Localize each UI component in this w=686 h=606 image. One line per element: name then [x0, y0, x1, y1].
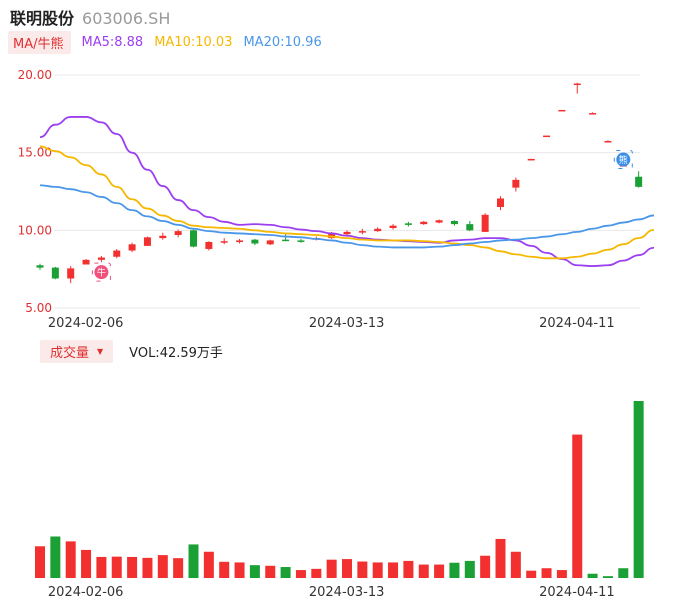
candle-body — [51, 267, 59, 279]
volume-bar — [572, 434, 583, 578]
volume-bar — [633, 401, 644, 578]
volume-bar — [203, 551, 214, 578]
candle-body — [543, 135, 551, 138]
price-grid — [54, 74, 640, 309]
y-tick-label: 5.00 — [25, 301, 52, 315]
candle-body — [297, 240, 305, 242]
volume-bar — [311, 568, 322, 578]
volume-bar — [326, 559, 337, 578]
signal-markers: 牛熊 — [91, 150, 633, 282]
candle-body — [128, 244, 136, 251]
volume-bar — [449, 562, 460, 578]
volume-bar — [526, 570, 537, 578]
volume-bar — [618, 568, 629, 578]
y-tick-label: 10.00 — [18, 223, 52, 237]
volume-bar — [388, 562, 399, 578]
candle-body — [497, 198, 504, 208]
candle-body — [374, 228, 382, 232]
candle-body — [635, 176, 643, 187]
candle-body — [220, 241, 228, 243]
volume-bar — [295, 570, 306, 578]
candle-body — [205, 241, 213, 249]
volume-bars — [35, 401, 644, 578]
candle-body — [174, 231, 182, 235]
x-tick-label: 2024-04-11 — [539, 585, 615, 600]
x-tick-label: 2024-02-06 — [48, 316, 124, 331]
candle-body — [481, 214, 489, 232]
x-tick-label: 2024-03-13 — [309, 316, 385, 331]
volume-bar — [418, 564, 429, 578]
candle-body — [589, 113, 597, 115]
volume-bar — [587, 573, 598, 578]
bull-icon: 牛 — [91, 262, 111, 282]
volume-date-axis: 2024-02-06 2024-03-13 2024-04-11 — [48, 585, 615, 600]
volume-bar — [219, 561, 230, 578]
volume-bar — [142, 557, 153, 578]
candle-body — [266, 240, 274, 245]
candle-body — [512, 179, 520, 188]
candle-body — [36, 265, 44, 268]
candle-body — [113, 250, 121, 257]
y-tick-label: 20.00 — [18, 68, 52, 82]
candle-body — [67, 268, 75, 279]
candle-body — [343, 231, 351, 235]
candle-body — [450, 221, 458, 225]
candle-body — [573, 83, 581, 86]
candle-body — [97, 257, 105, 260]
ma-line-ma10 — [39, 145, 655, 260]
volume-bar — [602, 576, 613, 578]
candle-body — [527, 158, 535, 161]
x-tick-label: 2024-02-06 — [48, 585, 124, 600]
candle-body — [159, 235, 167, 239]
stock-chart[interactable]: 20.0015.0010.005.00 牛熊 2024-02-06 2024-03… — [0, 0, 686, 606]
volume-bar — [234, 562, 245, 578]
volume-bar — [35, 546, 45, 578]
volume-bar — [50, 536, 61, 578]
candle-body — [404, 223, 412, 225]
volume-bar — [541, 568, 552, 578]
marker-glyph: 牛 — [97, 267, 106, 279]
volume-bar — [265, 565, 276, 578]
candle-body — [82, 259, 90, 265]
volume-bar — [111, 556, 122, 578]
candle-body — [236, 240, 244, 242]
candle-body — [251, 239, 259, 244]
candle-body — [358, 231, 366, 233]
volume-bar — [480, 555, 491, 578]
volume-bar — [372, 562, 383, 578]
price-date-axis: 2024-02-06 2024-03-13 2024-04-11 — [48, 316, 615, 331]
volume-bar — [556, 570, 567, 578]
candle-body — [466, 224, 474, 231]
candle-body — [420, 221, 428, 225]
candle-body — [558, 109, 566, 112]
volume-bar — [464, 560, 475, 578]
volume-bar — [510, 551, 521, 578]
volume-bar — [157, 555, 168, 578]
volume-bar — [403, 560, 414, 578]
volume-bar — [495, 538, 506, 578]
volume-bar — [434, 564, 445, 578]
candle-body — [143, 237, 151, 246]
candle-body — [190, 230, 197, 247]
candle-body — [282, 239, 290, 242]
volume-bar — [357, 561, 368, 578]
volume-bar — [249, 565, 260, 578]
candle-body — [604, 141, 612, 143]
x-tick-label: 2024-04-11 — [539, 316, 615, 331]
marker-glyph: 熊 — [619, 154, 628, 166]
price-axis: 20.0015.0010.005.00 — [18, 68, 52, 315]
candle-body — [389, 225, 397, 229]
volume-bar — [127, 556, 138, 578]
volume-bar — [173, 558, 184, 578]
candle-body — [435, 220, 443, 223]
volume-bar — [342, 559, 352, 578]
x-tick-label: 2024-03-13 — [309, 585, 385, 600]
volume-bar — [188, 544, 199, 578]
volume-bar — [81, 549, 92, 578]
volume-bar — [96, 556, 107, 578]
volume-bar — [280, 567, 291, 578]
volume-bar — [65, 541, 76, 578]
bear-icon: 熊 — [613, 150, 633, 170]
